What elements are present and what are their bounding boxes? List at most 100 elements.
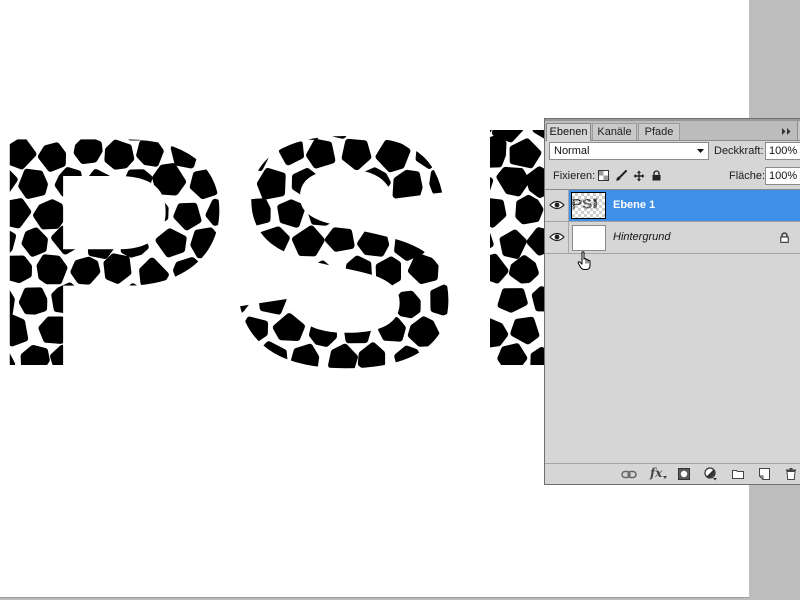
pattern-cell — [118, 342, 148, 374]
pattern-cell — [0, 288, 15, 320]
lock-label: Fixieren: — [553, 170, 596, 182]
pattern-cell — [455, 343, 490, 376]
link-layers-icon[interactable] — [621, 470, 637, 479]
pattern-cell — [343, 316, 373, 344]
layer-name[interactable]: Hintergrund — [613, 222, 670, 253]
visibility-toggle[interactable] — [545, 190, 569, 221]
pattern-cell — [38, 316, 69, 344]
pattern-cell — [0, 111, 13, 140]
layer-row-hintergrund[interactable]: Hintergrund — [545, 222, 800, 254]
pattern-cell — [171, 315, 205, 346]
double-arrow-icon[interactable] — [782, 128, 791, 135]
pattern-cell — [497, 288, 528, 313]
pattern-cell — [54, 167, 84, 197]
layer-thumbnail[interactable] — [571, 192, 606, 219]
pattern-cell — [155, 228, 187, 258]
pattern-cell — [321, 109, 357, 139]
pattern-cell — [291, 168, 317, 197]
new-layer-icon[interactable] — [759, 468, 770, 480]
pattern-cell — [51, 282, 81, 314]
layer-name[interactable]: Ebene 1 — [613, 190, 655, 221]
fill-input[interactable]: 100% — [765, 167, 800, 185]
pattern-cell — [103, 253, 132, 284]
pattern-cell — [445, 375, 476, 404]
pattern-cell — [38, 142, 66, 172]
layer-row-ebene-1[interactable]: Ebene 1 — [545, 190, 800, 222]
pattern-cell — [34, 373, 68, 407]
pattern-cell — [221, 171, 251, 201]
pattern-cell — [475, 198, 507, 228]
pattern-cell — [430, 284, 460, 316]
pattern-cell — [241, 198, 271, 227]
tab-channels[interactable]: Kanäle — [592, 123, 637, 140]
pattern-cell — [0, 228, 16, 259]
pattern-cell — [342, 379, 372, 407]
pattern-cell — [21, 227, 48, 257]
lock-position-icon[interactable] — [633, 170, 645, 182]
pattern-cell — [0, 198, 32, 229]
pattern-cell — [378, 317, 406, 342]
pointing-hand-cursor-icon — [577, 251, 591, 270]
pattern-cell — [491, 112, 524, 143]
pattern-cell — [325, 286, 356, 319]
pattern-cell — [87, 108, 114, 139]
lock-transparent-pixels-icon[interactable] — [598, 170, 609, 181]
pattern-cell — [275, 257, 306, 287]
pattern-cell — [73, 135, 103, 164]
pattern-cell — [219, 281, 251, 313]
pattern-cell — [240, 256, 273, 290]
lock-image-pixels-icon[interactable] — [615, 170, 627, 182]
pattern-cell — [209, 318, 239, 345]
add-mask-icon[interactable] — [678, 468, 690, 480]
new-group-icon[interactable] — [732, 469, 744, 479]
lock-all-icon[interactable] — [652, 170, 661, 181]
pattern-cell — [278, 137, 304, 166]
tab-paths[interactable]: Pfade — [638, 123, 680, 140]
pattern-cell — [328, 170, 361, 200]
pattern-cell — [394, 345, 425, 375]
pattern-cell — [0, 164, 18, 196]
pattern-cell — [152, 163, 186, 196]
visibility-eye-icon — [549, 200, 565, 210]
layers-panel: Ebenen Kanäle Pfade Normal Deckkraft: 10… — [544, 118, 800, 485]
visibility-toggle[interactable] — [545, 222, 569, 253]
layer-thumbnail[interactable] — [572, 225, 606, 251]
pattern-cell — [476, 135, 507, 168]
pattern-cell — [241, 143, 269, 171]
pattern-cell — [428, 228, 461, 262]
pattern-cell — [87, 230, 119, 259]
pattern-cell — [328, 343, 358, 374]
panel-tab-bar: Ebenen Kanäle Pfade — [545, 121, 800, 141]
pattern-cell — [411, 196, 442, 228]
pattern-cell — [68, 316, 97, 345]
adjustment-layer-icon[interactable] — [704, 467, 718, 481]
pattern-cell — [5, 136, 37, 170]
pattern-cell — [257, 341, 288, 375]
pattern-cell — [36, 254, 68, 285]
pattern-cell — [408, 253, 439, 284]
pattern-cell — [139, 372, 168, 400]
pattern-cell — [272, 313, 305, 341]
layer-style-fx-icon[interactable]: fx — [650, 466, 662, 481]
pattern-cell — [481, 372, 509, 402]
pattern-cell — [362, 105, 390, 136]
delete-layer-icon[interactable] — [786, 468, 796, 480]
pattern-cell — [51, 225, 83, 255]
pattern-cell — [122, 108, 153, 141]
pattern-cell — [187, 345, 218, 376]
pattern-cell — [395, 109, 425, 139]
pattern-cell — [290, 343, 320, 374]
layer-lock-icon — [780, 232, 789, 243]
opacity-input[interactable]: 100% — [765, 142, 800, 160]
pattern-cell — [139, 257, 169, 290]
pattern-fill-group — [0, 105, 570, 409]
pattern-cell — [50, 344, 81, 377]
pattern-cell — [187, 288, 218, 319]
pattern-cell — [136, 140, 164, 167]
pattern-cell — [499, 229, 527, 259]
blend-mode-select[interactable]: Normal — [549, 142, 709, 160]
tab-layers[interactable]: Ebenen — [546, 123, 591, 141]
pattern-cell — [85, 347, 114, 376]
fill-label: Fläche: — [729, 170, 766, 182]
layers-panel-footer: fx — [545, 463, 800, 484]
